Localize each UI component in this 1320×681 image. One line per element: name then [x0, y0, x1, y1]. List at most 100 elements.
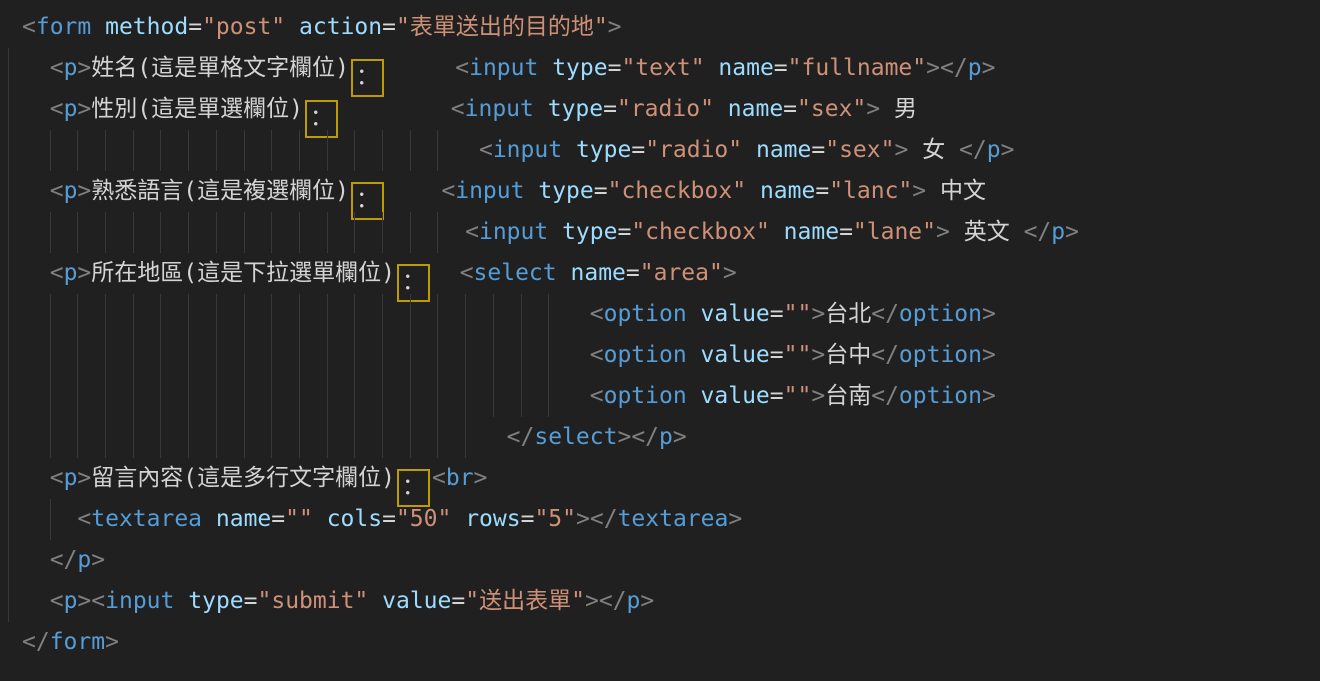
tag-punctuation: <	[590, 301, 604, 327]
code-line[interactable]: <p>熟悉語言(這是複選欄位)： <input type="checkbox" …	[22, 171, 1320, 212]
indent-guide	[382, 335, 383, 376]
indent-guide	[327, 212, 328, 253]
indent-guide	[327, 376, 328, 417]
code-line[interactable]: </select></p>	[22, 417, 1320, 458]
equals-sign: =	[608, 55, 622, 81]
equals-sign: =	[603, 96, 617, 122]
tag-name: select	[474, 260, 557, 286]
attribute-value: ""	[784, 383, 812, 409]
tag-name: input	[105, 588, 174, 614]
code-line[interactable]: <form method="post" action="表單送出的目的地">	[22, 7, 1320, 48]
attribute-name: name	[216, 506, 271, 532]
tag-punctuation: <	[50, 55, 64, 81]
code-line[interactable]: <input type="checkbox" name="lane"> 英文 <…	[22, 212, 1320, 253]
tag-punctuation: >	[982, 301, 996, 327]
tag-punctuation: </	[50, 547, 78, 573]
code-line[interactable]: <option value="">台北</option>	[22, 294, 1320, 335]
tag-name: p	[64, 588, 78, 614]
tag-punctuation: >	[77, 260, 91, 286]
tag-punctuation: >	[91, 547, 105, 573]
tag-punctuation: <	[50, 178, 64, 204]
indent-guide	[493, 294, 494, 335]
attribute-value: ""	[784, 301, 812, 327]
indent-guide	[160, 376, 161, 417]
indent-guide	[188, 212, 189, 253]
indent-whitespace	[22, 342, 590, 368]
text-content	[687, 301, 701, 327]
equals-sign: =	[188, 14, 202, 40]
indent-guide	[50, 417, 51, 458]
code-line[interactable]: </p>	[22, 540, 1320, 581]
indent-guide	[244, 417, 245, 458]
text-content	[202, 506, 216, 532]
equals-sign: =	[774, 55, 788, 81]
tag-name: option	[899, 301, 982, 327]
tag-punctuation: >	[982, 55, 996, 81]
tag-name: input	[465, 96, 534, 122]
attribute-name: type	[548, 96, 603, 122]
indent-guide	[354, 376, 355, 417]
text-content: 性別(這是單選欄位)	[91, 96, 303, 122]
text-content	[386, 55, 455, 81]
indent-whitespace	[22, 588, 50, 614]
tag-punctuation: >	[608, 14, 622, 40]
tag-name: input	[455, 178, 524, 204]
attribute-name: method	[105, 14, 188, 40]
code-line[interactable]: <option value="">台南</option>	[22, 376, 1320, 417]
tag-name: p	[659, 424, 673, 450]
code-line[interactable]: </form>	[22, 622, 1320, 663]
indent-guide	[105, 376, 106, 417]
attribute-name: name	[784, 219, 839, 245]
indent-whitespace	[22, 260, 50, 286]
text-content: 熟悉語言(這是複選欄位)	[91, 178, 349, 204]
tag-punctuation: >	[811, 301, 825, 327]
tag-punctuation: </	[590, 506, 618, 532]
indent-whitespace	[22, 55, 50, 81]
attribute-value: "checkbox"	[608, 178, 746, 204]
attribute-value: "lanc"	[829, 178, 912, 204]
indent-guide	[244, 130, 245, 171]
code-line[interactable]: <p>留言內容(這是多行文字欄位)：<br>	[22, 458, 1320, 499]
attribute-value: "post"	[202, 14, 285, 40]
code-line[interactable]: <option value="">台中</option>	[22, 335, 1320, 376]
code-line[interactable]: <textarea name="" cols="50" rows="5"></t…	[22, 499, 1320, 540]
indent-guide	[299, 417, 300, 458]
indent-guide	[437, 130, 438, 171]
code-line[interactable]: <p>性別(這是單選欄位)： <input type="radio" name=…	[22, 89, 1320, 130]
tag-punctuation: </	[871, 342, 899, 368]
code-line[interactable]: <p>所在地區(這是下拉選單欄位)： <select name="area">	[22, 253, 1320, 294]
code-editor[interactable]: <form method="post" action="表單送出的目的地"> <…	[0, 0, 1320, 681]
attribute-name: type	[538, 178, 593, 204]
attribute-name: type	[562, 219, 617, 245]
tag-name: input	[479, 219, 548, 245]
equals-sign: =	[770, 383, 784, 409]
indent-guide	[271, 417, 272, 458]
indent-guide	[327, 417, 328, 458]
text-content	[451, 506, 465, 532]
code-line[interactable]: <input type="radio" name="sex"> 女 </p>	[22, 130, 1320, 171]
tag-punctuation: <	[590, 342, 604, 368]
indent-guide	[216, 212, 217, 253]
attribute-name: type	[552, 55, 607, 81]
indent-guide	[437, 212, 438, 253]
tag-punctuation: </	[22, 629, 50, 655]
indent-guide	[521, 294, 522, 335]
indent-guide	[244, 335, 245, 376]
code-line[interactable]: <p><input type="submit" value="送出表單"></p…	[22, 581, 1320, 622]
indent-guide	[133, 212, 134, 253]
tag-name: p	[968, 55, 982, 81]
code-line[interactable]: <p>姓名(這是單格文字欄位)： <input type="text" name…	[22, 48, 1320, 89]
tag-punctuation: >	[912, 178, 926, 204]
indent-guide	[382, 417, 383, 458]
tag-punctuation: <	[465, 219, 479, 245]
indent-guide	[410, 335, 411, 376]
tag-punctuation: >	[811, 342, 825, 368]
indent-guide	[271, 130, 272, 171]
tag-name: textarea	[618, 506, 729, 532]
indent-guide	[354, 294, 355, 335]
text-content	[174, 588, 188, 614]
attribute-value: "表單送出的目的地"	[396, 14, 608, 40]
indent-guide	[271, 212, 272, 253]
equals-sign: =	[626, 260, 640, 286]
indent-whitespace	[22, 383, 590, 409]
